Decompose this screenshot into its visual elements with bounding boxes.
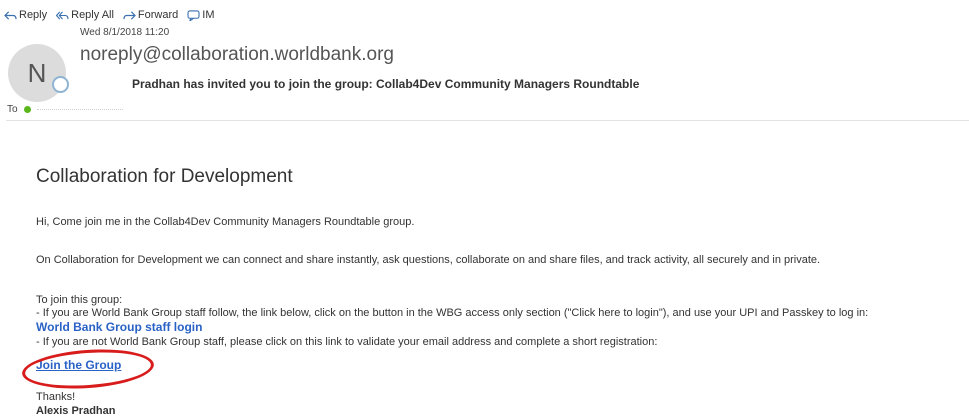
greeting-text: Hi, Come join me in the Collab4Dev Commu… (36, 216, 415, 228)
im-icon (187, 9, 200, 21)
reply-icon (4, 10, 17, 20)
reply-label: Reply (19, 9, 48, 21)
recipient-redacted[interactable] (36, 109, 123, 114)
nonstaff-instructions-text: - If you are not World Bank Group staff,… (36, 336, 658, 348)
message-date: Wed 8/1/2018 11:20 (80, 27, 170, 38)
reply-all-icon (56, 10, 69, 20)
highlight-circle-annotation (20, 345, 156, 393)
im-button[interactable]: IM (187, 9, 215, 21)
reply-all-label: Reply All (71, 9, 114, 21)
thanks-text: Thanks! (36, 391, 76, 403)
join-intro-text: To join this group: (36, 294, 123, 306)
intro-text: On Collaboration for Development we can … (36, 254, 821, 266)
forward-button[interactable]: Forward (123, 9, 178, 21)
reply-button[interactable]: Reply (4, 9, 47, 21)
to-row: To (7, 104, 123, 115)
body-heading: Collaboration for Development (36, 166, 293, 187)
reply-all-button[interactable]: Reply All (56, 9, 114, 21)
avatar-initial: N (27, 57, 47, 88)
forward-label: Forward (137, 9, 179, 21)
presence-status-icon (52, 76, 69, 93)
signature-text: Alexis Pradhan (36, 405, 116, 417)
header-divider (6, 120, 969, 121)
message-subject: Pradhan has invited you to join the grou… (132, 77, 640, 91)
sender-address[interactable]: noreply@collaboration.worldbank.org (80, 44, 394, 66)
staff-instructions-text: - If you are World Bank Group staff foll… (36, 307, 869, 319)
forward-icon (123, 10, 136, 20)
message-toolbar: Reply Reply All Forward IM (4, 9, 215, 21)
to-label: To (7, 104, 18, 115)
recipient-presence-icon (23, 106, 31, 113)
staff-login-link[interactable]: World Bank Group staff login (36, 320, 202, 334)
sender-avatar[interactable]: N (8, 44, 66, 102)
im-label: IM (202, 9, 215, 21)
